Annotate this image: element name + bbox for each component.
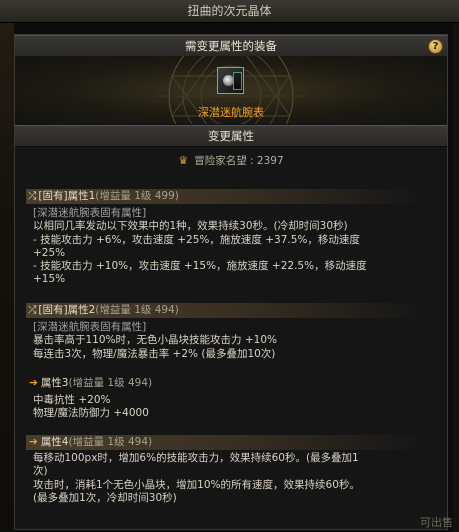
reputation-row: ♛ 冒险家名望 : 2397 xyxy=(178,154,284,167)
attribute-line: 每移动100px时，增加6%的技能攻击力，效果持续60秒。(最多叠加1 xyxy=(33,452,359,464)
attribute-line: 以相同几率发动以下效果中的1种，效果持续30秒。(冷却时间30秒) xyxy=(33,220,348,233)
equip-slot-area: 深潜迷航腕表 xyxy=(15,56,447,124)
attribute-1-body: [深潜迷航腕表固有属性] 以相同几率发动以下效果中的1种，效果持续30秒。(冷却… xyxy=(33,207,429,287)
background-right-strip xyxy=(453,0,459,532)
equip-section-header: 需变更属性的装备 ? xyxy=(15,35,447,57)
attribute-option-3[interactable]: ➔ 属性3(增益量 1级 494) xyxy=(26,376,426,391)
attribute-tag: 属性3 xyxy=(40,377,69,389)
shuffle-icon: ⤮ xyxy=(28,304,37,316)
attribute-line: 物理/魔法防御力 +4000 xyxy=(33,407,149,420)
arrow-right-icon: ➔ xyxy=(29,436,38,448)
attribute-line: [深潜迷航腕表固有属性] xyxy=(33,207,147,219)
change-section-header: 变更属性 xyxy=(15,125,447,147)
item-name: 深潜迷航腕表 xyxy=(198,106,264,119)
attribute-line: 每连击3次，物理/魔法暴击率 +2% (最多叠加10次) xyxy=(33,347,276,360)
attribute-line: 暴击率高于110%时，无色小晶块技能攻击力 +10% xyxy=(33,334,277,347)
attribute-line: - 技能攻击力 +6%，攻击速度 +25%，施放速度 +37.5%，移动速度 xyxy=(33,233,360,246)
attribute-line: (最多叠加1次，冷却时间30秒) xyxy=(33,491,177,504)
attribute-option-1[interactable]: ⤮ [固有]属性1(增益量 1级 499) xyxy=(26,189,426,204)
reputation-emblem-icon: ♛ xyxy=(178,154,189,167)
attribute-tag: [固有]属性1 xyxy=(38,190,96,202)
reputation-value: 2397 xyxy=(256,155,284,167)
attribute-gain: (增益量 1级 494) xyxy=(68,377,153,389)
attribute-tag: [固有]属性2 xyxy=(38,304,96,316)
attribute-3-body: 中毒抗性 +20% 物理/魔法防御力 +4000 xyxy=(33,394,429,421)
equip-section-title: 需变更属性的装备 xyxy=(185,39,277,53)
tooltip-panel: 需变更属性的装备 ? 深潜迷航腕表 变更属性 ♛ 冒险家名望 : 2397 ⤮ [固… xyxy=(14,34,448,530)
window-title-bar[interactable]: 扭曲的次元晶体 xyxy=(0,0,459,23)
arrow-right-icon: ➔ xyxy=(29,377,38,389)
attribute-gain: (增益量 1级 494) xyxy=(68,436,153,448)
background-text: 可出售 xyxy=(420,516,453,529)
attribute-line: 攻击时，消耗1个无色小晶块，增加10%的所有速度，效果持续60秒。 xyxy=(33,478,360,491)
reputation-label: 冒险家名望 xyxy=(194,155,247,167)
attribute-line: +25% xyxy=(33,246,66,259)
background-left-strip xyxy=(0,0,14,532)
shuffle-icon: ⤮ xyxy=(28,190,37,202)
attribute-line: 次) xyxy=(33,465,48,478)
change-section-title: 变更属性 xyxy=(208,129,254,143)
attribute-tag: 属性4 xyxy=(40,436,69,448)
attribute-line: [深潜迷航腕表固有属性] xyxy=(33,321,147,333)
attribute-option-2[interactable]: ⤮ [固有]属性2(增益量 1级 494) xyxy=(26,303,426,318)
attribute-gain: (增益量 1级 494) xyxy=(95,304,179,316)
attribute-4-body: 每移动100px时，增加6%的技能攻击力，效果持续60秒。(最多叠加1 次) 攻… xyxy=(33,452,429,505)
wristwatch-icon[interactable] xyxy=(217,67,244,94)
help-icon[interactable]: ? xyxy=(428,39,443,54)
attribute-gain: (增益量 1级 499) xyxy=(95,190,179,202)
attribute-line: - 技能攻击力 +10%，攻击速度 +15%，施放速度 +22.5%，移动速度 xyxy=(33,260,367,273)
attribute-2-body: [深潜迷航腕表固有属性] 暴击率高于110%时，无色小晶块技能攻击力 +10% … xyxy=(33,321,429,361)
attribute-option-4[interactable]: ➔ 属性4(增益量 1级 494) xyxy=(26,435,426,450)
attribute-line: +15% xyxy=(33,273,66,286)
window-title: 扭曲的次元晶体 xyxy=(187,4,272,18)
attribute-line: 中毒抗性 +20% xyxy=(33,394,111,406)
